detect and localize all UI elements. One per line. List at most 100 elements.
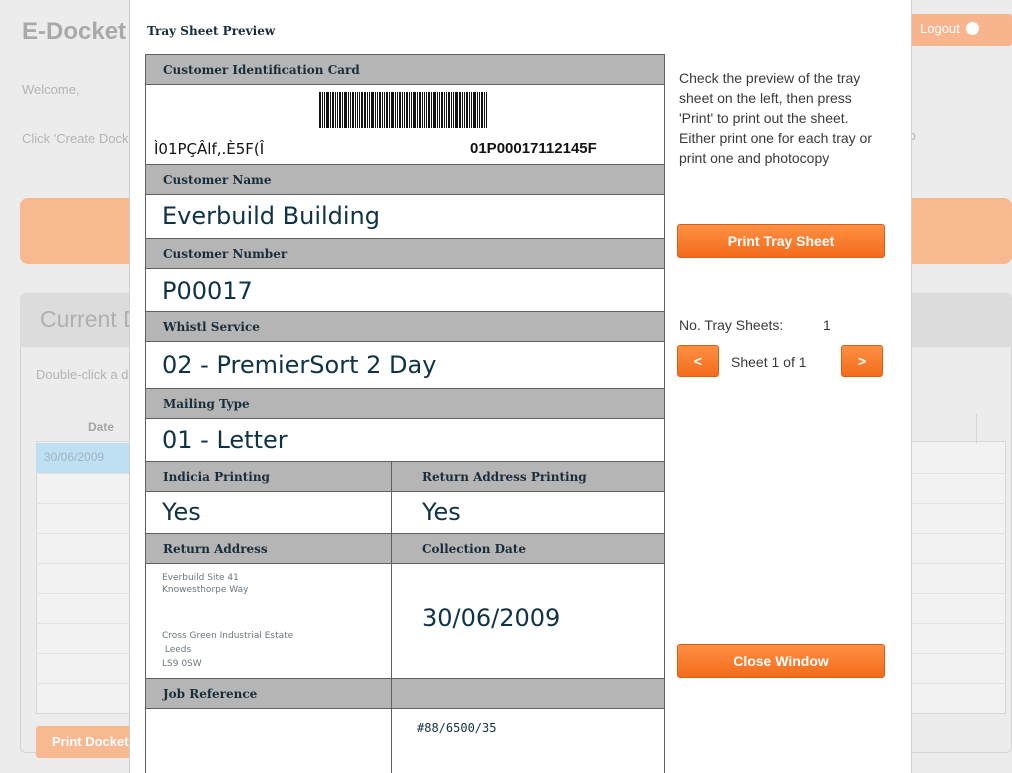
barcode-bar: [324, 92, 325, 128]
barcode-bar: [337, 92, 338, 128]
print-docket-button[interactable]: Print Docket: [36, 726, 142, 758]
barcode-bar: [391, 92, 394, 128]
customer-number-header: Customer Number: [146, 238, 664, 269]
barcode-image: [319, 92, 489, 128]
collection-date-header: Collection Date: [391, 533, 664, 564]
barcode-bar: [406, 92, 408, 128]
return-address-line1: Everbuild Site 41: [162, 573, 239, 583]
barcode-bar: [437, 92, 438, 128]
indicia-value: Yes: [162, 498, 201, 526]
barcode-bar: [364, 92, 366, 128]
job-reference-header-blank: [391, 678, 664, 709]
customer-name-header: Customer Name: [146, 164, 664, 195]
barcode-bar: [386, 92, 388, 128]
barcode-bar: [424, 92, 425, 128]
barcode-bar: [377, 92, 378, 128]
barcode-bar: [473, 92, 476, 128]
service-value: 02 - PremierSort 2 Day: [162, 351, 437, 379]
barcode-bar: [352, 92, 354, 128]
barcode-bar: [409, 92, 410, 128]
barcode-bar: [371, 92, 374, 128]
barcode-bar: [464, 92, 465, 128]
barcode-bar: [441, 92, 443, 128]
app-title: E-Docket: [22, 18, 127, 45]
customer-id-value: 01P00017112145F: [470, 140, 597, 157]
tray-sheet-count-value: 1: [823, 317, 831, 333]
tray-sheet-count-label: No. Tray Sheets:: [679, 317, 784, 333]
logout-button[interactable]: Logout: [910, 14, 1012, 46]
barcode-bar: [330, 92, 331, 128]
barcode-bar: [359, 92, 360, 128]
barcode-bar: [344, 92, 347, 128]
barcode-bar: [426, 92, 427, 128]
barcode-bar: [382, 92, 383, 128]
barcode-bar: [375, 92, 376, 128]
customer-name-value: Everbuild Building: [162, 202, 381, 230]
barcode-bar: [404, 92, 405, 128]
modal-title: Tray Sheet Preview: [147, 24, 276, 38]
barcode-bar: [326, 92, 329, 128]
indicia-header: Indicia Printing: [146, 461, 391, 492]
barcode-bar: [477, 92, 478, 128]
barcode-bar: [322, 92, 323, 128]
instructions-text: Click 'Create Docket' to create a new do…: [22, 131, 142, 146]
barcode-bar: [389, 92, 390, 128]
grid-divider: [976, 414, 977, 444]
barcode-bar: [379, 92, 381, 128]
barcode-bar: [350, 92, 351, 128]
barcode-bar: [369, 92, 370, 128]
barcode-bar: [422, 92, 423, 128]
collection-date-value: 30/06/2009: [422, 604, 561, 632]
next-sheet-button[interactable]: >: [841, 345, 883, 377]
column-divider: [391, 492, 392, 533]
column-divider: [391, 709, 392, 773]
power-icon: [965, 22, 979, 35]
barcode-bar: [428, 92, 430, 128]
barcode-bar: [479, 92, 480, 128]
barcode-bar: [444, 92, 445, 128]
barcode-bar: [462, 92, 463, 128]
barcode-bar: [417, 92, 418, 128]
barcode-bar: [335, 92, 336, 128]
print-tray-sheet-button[interactable]: Print Tray Sheet: [677, 224, 885, 258]
help-text: Check the preview of the tray sheet on t…: [679, 70, 872, 166]
tray-sheet-modal: Tray Sheet Preview Customer Identificati…: [129, 0, 912, 773]
barcode-bar: [455, 92, 458, 128]
return-address-line4: Leeds: [162, 645, 192, 655]
barcode-text: Ì01PÇÂlf,.È5F(Î: [154, 140, 265, 158]
close-window-button[interactable]: Close Window: [677, 644, 885, 678]
sheet-pager-text: Sheet 1 of 1: [731, 354, 807, 370]
grid-header-date: Date: [88, 420, 115, 434]
barcode-bar: [319, 92, 321, 128]
logout-label: Logout: [920, 21, 960, 36]
barcode-bar: [355, 92, 356, 128]
barcode-bar: [357, 92, 358, 128]
service-header: Whistl Service: [146, 311, 664, 342]
barcode-bar: [431, 92, 432, 128]
return-address-line2: Knowesthorpe Way: [162, 585, 249, 595]
barcode-bar: [471, 92, 472, 128]
barcode-bar: [384, 92, 385, 128]
barcode-bar: [451, 92, 452, 128]
barcode-bar: [399, 92, 401, 128]
barcode-bar: [469, 92, 470, 128]
mailing-type-value: 01 - Letter: [162, 426, 288, 454]
tray-sheet-preview: Customer Identification Card Ì01PÇÂlf,.È…: [145, 54, 665, 773]
barcode-bar: [339, 92, 341, 128]
barcode-bar: [413, 92, 416, 128]
barcode-bar: [348, 92, 349, 128]
return-address-line3: Cross Green Industrial Estate: [162, 631, 294, 641]
barcode-bar: [484, 92, 485, 128]
return-address-line5: LS9 0SW: [162, 659, 202, 669]
barcode-bar: [486, 92, 487, 128]
barcode-bar: [402, 92, 403, 128]
mailing-type-header: Mailing Type: [146, 388, 664, 419]
barcode-bar: [411, 92, 412, 128]
barcode-bar: [367, 92, 368, 128]
barcode-bar: [459, 92, 461, 128]
barcode-bar: [453, 92, 454, 128]
barcode-bar: [433, 92, 436, 128]
barcode-bar: [395, 92, 396, 128]
previous-sheet-button[interactable]: <: [677, 345, 719, 377]
welcome-text: Welcome,: [22, 82, 80, 97]
